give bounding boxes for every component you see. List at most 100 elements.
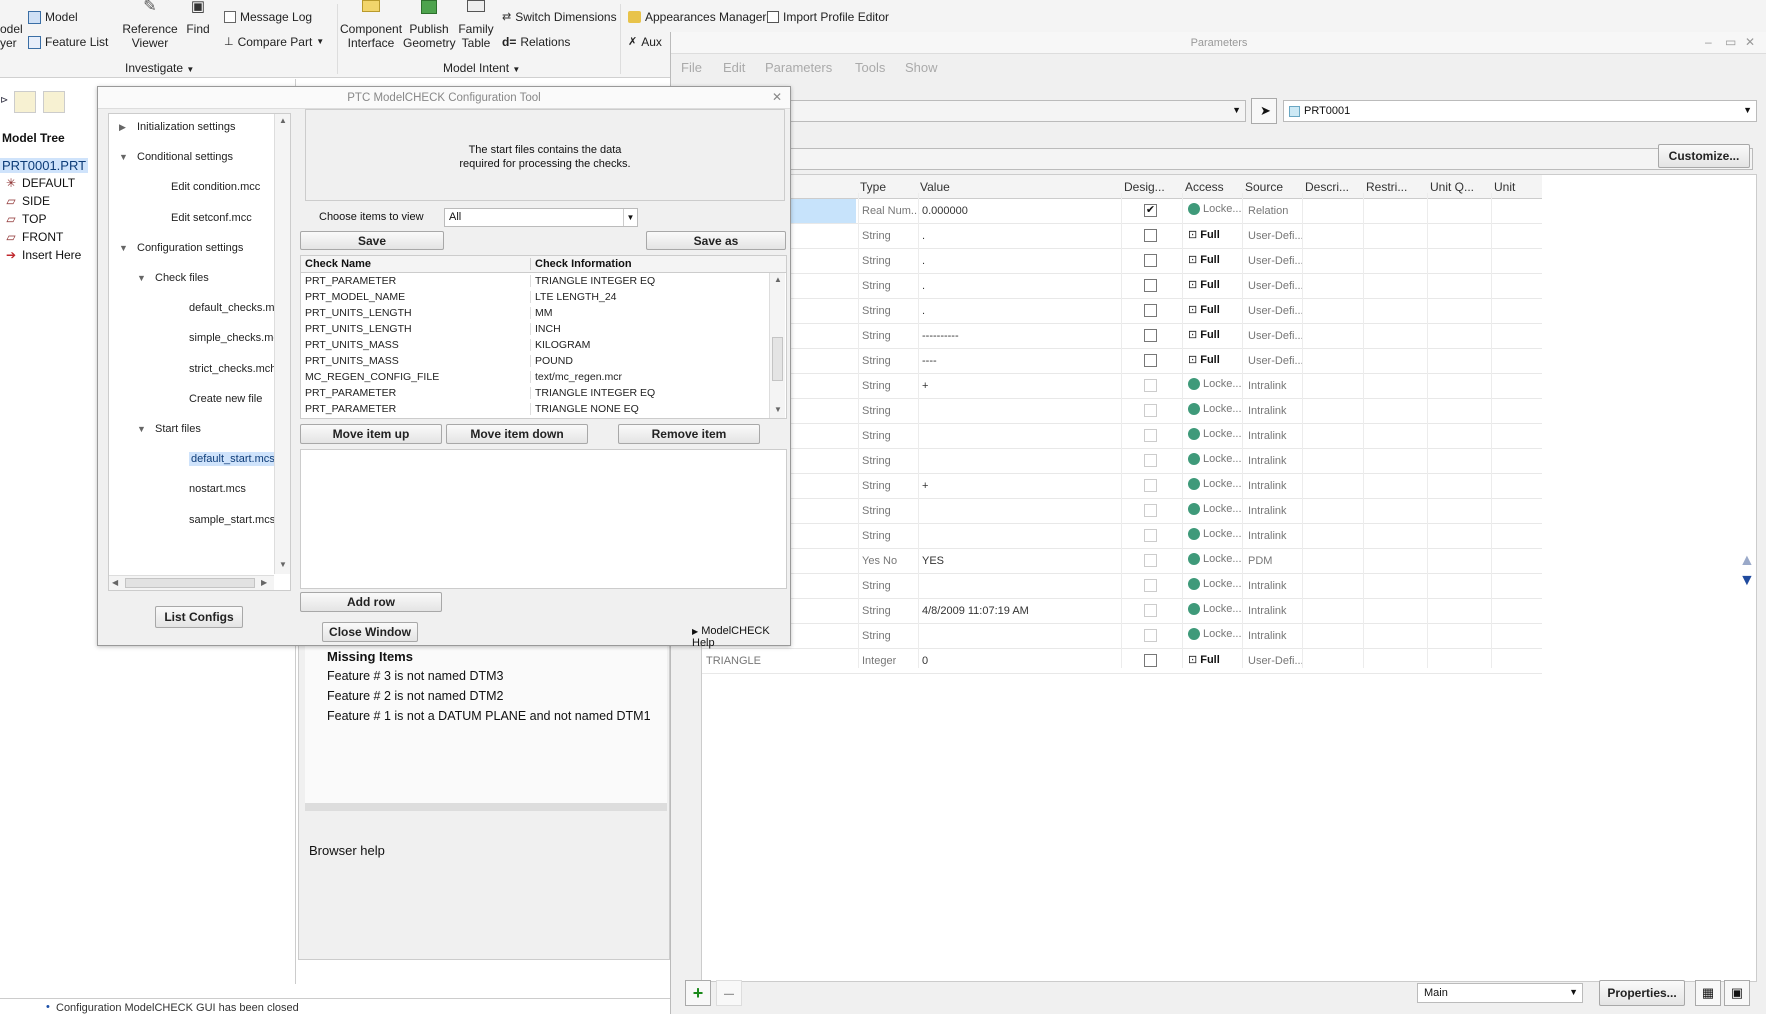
tree-toolbar-icon[interactable]: ⊳ bbox=[0, 95, 8, 106]
collapse-icon[interactable]: ▼ bbox=[137, 273, 151, 283]
list-configs-button[interactable]: List Configs bbox=[155, 606, 243, 628]
table-row[interactable]: String. ⊡ Full User-Defi... bbox=[702, 293, 1542, 324]
appearances-manager-button[interactable]: Appearances Manager bbox=[628, 10, 766, 24]
move-item-down-button[interactable]: Move item down bbox=[446, 424, 588, 444]
close-icon[interactable]: ✕ bbox=[772, 90, 782, 104]
menu-file[interactable]: File bbox=[681, 60, 702, 75]
designate-checkbox[interactable] bbox=[1144, 329, 1157, 345]
config-tree-item[interactable]: strict_checks.mch bbox=[185, 363, 276, 375]
view-filter-select[interactable]: Main ▼ bbox=[1417, 983, 1583, 1003]
designate-checkbox[interactable] bbox=[1144, 304, 1157, 320]
show-tree-icon[interactable] bbox=[14, 91, 36, 113]
collapse-icon[interactable]: ▼ bbox=[137, 424, 151, 434]
column-header-check-name[interactable]: Check Name bbox=[305, 258, 371, 270]
column-header-value[interactable]: Value bbox=[920, 180, 950, 194]
scroll-thumb[interactable] bbox=[772, 337, 783, 381]
table-row[interactable]: Yes No YES Locke... PDM bbox=[702, 543, 1542, 574]
table-row[interactable]: String Locke... Intralink bbox=[702, 618, 1542, 649]
save-button[interactable]: Save bbox=[300, 231, 444, 250]
table-row[interactable]: String Locke... Intralink bbox=[702, 393, 1542, 424]
scroll-thumb[interactable] bbox=[125, 578, 255, 588]
menu-tools[interactable]: Tools bbox=[855, 60, 885, 75]
designate-checkbox[interactable] bbox=[1144, 254, 1157, 270]
config-tree-item[interactable]: ▶ Initialization settings bbox=[119, 121, 235, 133]
column-header-description[interactable]: Descri... bbox=[1305, 180, 1349, 194]
config-tree-item[interactable]: simple_checks.mch bbox=[185, 332, 285, 344]
config-tree-item[interactable]: ▼ Start files bbox=[137, 423, 201, 435]
properties-button[interactable]: Properties... bbox=[1599, 980, 1685, 1006]
model-tree-item[interactable]: ➔ Insert Here bbox=[4, 248, 81, 262]
expand-icon[interactable]: ▶ bbox=[119, 122, 133, 133]
column-header-source[interactable]: Source bbox=[1245, 180, 1283, 194]
model-intent-group-label[interactable]: Model Intent ▼ bbox=[443, 61, 520, 77]
check-row[interactable]: PRT_UNITS_LENGTH INCH bbox=[301, 322, 753, 338]
compare-part-button[interactable]: ⊥ Compare Part ▼ bbox=[224, 35, 324, 49]
designate-checkbox[interactable]: ✔ bbox=[1144, 204, 1157, 217]
component-interface-button[interactable]: Component Interface bbox=[340, 0, 402, 50]
modelcheck-help-link[interactable]: ▶ ModelCHECK Help bbox=[692, 625, 790, 649]
check-row[interactable]: MC_REGEN_CONFIG_FILE text/mc_regen.mcr bbox=[301, 370, 753, 386]
config-tree-item[interactable]: ▼ Configuration settings bbox=[119, 242, 243, 254]
config-tree-item[interactable]: Edit condition.mcc bbox=[167, 181, 260, 193]
designate-checkbox[interactable] bbox=[1144, 229, 1157, 245]
scroll-down-icon[interactable]: ▼ bbox=[279, 560, 287, 569]
publish-geometry-button[interactable]: Publish Geometry bbox=[403, 0, 456, 50]
choose-items-select[interactable]: All ▼ bbox=[444, 208, 638, 227]
table-row[interactable]: String + Locke... Intralink bbox=[702, 468, 1542, 499]
move-up-arrow-icon[interactable]: ▲ bbox=[1739, 552, 1755, 570]
config-tree-item[interactable]: Edit setconf.mcc bbox=[167, 212, 252, 224]
table-view-button[interactable]: ▦ bbox=[1695, 980, 1721, 1006]
relations-button[interactable]: d= Relations bbox=[502, 35, 570, 49]
customize-button-visible[interactable]: Customize... bbox=[1658, 144, 1750, 168]
save-as-button[interactable]: Save as bbox=[646, 231, 786, 250]
model-tree-item[interactable]: ▱ TOP bbox=[4, 212, 46, 226]
table-row[interactable]: NString4/8/2009 11:07:19 AMLocke...Intra… bbox=[702, 593, 1542, 624]
model-tree-item[interactable]: ▱ SIDE bbox=[4, 194, 50, 208]
filter-select[interactable]: ▼ bbox=[771, 148, 1753, 170]
move-down-arrow-icon[interactable]: ▼ bbox=[1739, 572, 1755, 590]
model-tree-item[interactable]: ▱ FRONT bbox=[4, 230, 63, 244]
config-tree-item[interactable]: nostart.mcs bbox=[185, 483, 246, 495]
table-row[interactable]: String. ⊡ Full User-Defi... bbox=[702, 268, 1542, 299]
designate-checkbox[interactable] bbox=[1144, 279, 1157, 295]
investigate-group-label[interactable]: Investigate ▼ bbox=[125, 61, 194, 77]
designate-checkbox[interactable] bbox=[1144, 354, 1157, 370]
browser-help-link[interactable]: Browser help bbox=[309, 843, 385, 858]
look-in-select[interactable]: ▼ bbox=[771, 100, 1246, 122]
model-tree-item[interactable]: PRT0001.PRT bbox=[0, 158, 89, 173]
table-row[interactable]: String ---- ⊡ Full User-Defi... bbox=[702, 343, 1542, 374]
menu-show[interactable]: Show bbox=[905, 60, 938, 75]
config-tree-item[interactable]: Create new file bbox=[185, 393, 262, 405]
maximize-icon[interactable]: ▭ bbox=[1725, 35, 1736, 49]
switch-dimensions-button[interactable]: ⇄ Switch Dimensions bbox=[502, 10, 617, 24]
column-header-unit[interactable]: Unit bbox=[1494, 180, 1515, 194]
collapse-icon[interactable]: ▼ bbox=[119, 152, 133, 162]
find-button[interactable]: ▣ Find bbox=[183, 0, 213, 36]
scroll-right-icon[interactable]: ▶ bbox=[261, 578, 267, 587]
settings-tree-icon[interactable] bbox=[43, 91, 65, 113]
table-row[interactable]: String Locke... Intralink bbox=[702, 418, 1542, 449]
object-name-field[interactable]: PRT0001 ▼ bbox=[1283, 100, 1757, 122]
scroll-up-icon[interactable]: ▲ bbox=[774, 275, 782, 284]
select-object-button[interactable]: ➤ bbox=[1251, 98, 1277, 124]
table-row[interactable]: String Locke... Intralink bbox=[702, 443, 1542, 474]
table-row[interactable]: String ---------- ⊡ Full User-Defi... bbox=[702, 318, 1542, 349]
config-tree-item[interactable]: sample_start.mcs bbox=[185, 514, 275, 526]
minimize-icon[interactable]: – bbox=[1705, 35, 1712, 49]
table-row[interactable]: YStringLocke...Intralink bbox=[702, 568, 1542, 599]
add-row-button[interactable]: Add row bbox=[300, 592, 442, 612]
move-item-up-button[interactable]: Move item up bbox=[300, 424, 442, 444]
scroll-down-icon[interactable]: ▼ bbox=[774, 405, 782, 414]
remove-parameter-button[interactable]: – bbox=[716, 980, 742, 1006]
column-header-unit-quantity[interactable]: Unit Q... bbox=[1430, 180, 1474, 194]
table-row[interactable]: Real Num... 0.000000 ✔ Locke... Relation bbox=[702, 193, 1542, 224]
remove-item-button[interactable]: Remove item bbox=[618, 424, 760, 444]
menu-parameters[interactable]: Parameters bbox=[765, 60, 832, 75]
feature-list-button[interactable]: Feature List bbox=[28, 35, 108, 49]
check-row[interactable]: PRT_PARAMETER TRIANGLE NONE EQ bbox=[301, 402, 753, 418]
scroll-left-icon[interactable]: ◀ bbox=[112, 578, 118, 587]
column-header-type[interactable]: Type bbox=[860, 180, 886, 194]
table-row[interactable]: String + Locke... Intralink bbox=[702, 368, 1542, 399]
menu-edit[interactable]: Edit bbox=[723, 60, 745, 75]
column-header-restricted[interactable]: Restri... bbox=[1366, 180, 1407, 194]
